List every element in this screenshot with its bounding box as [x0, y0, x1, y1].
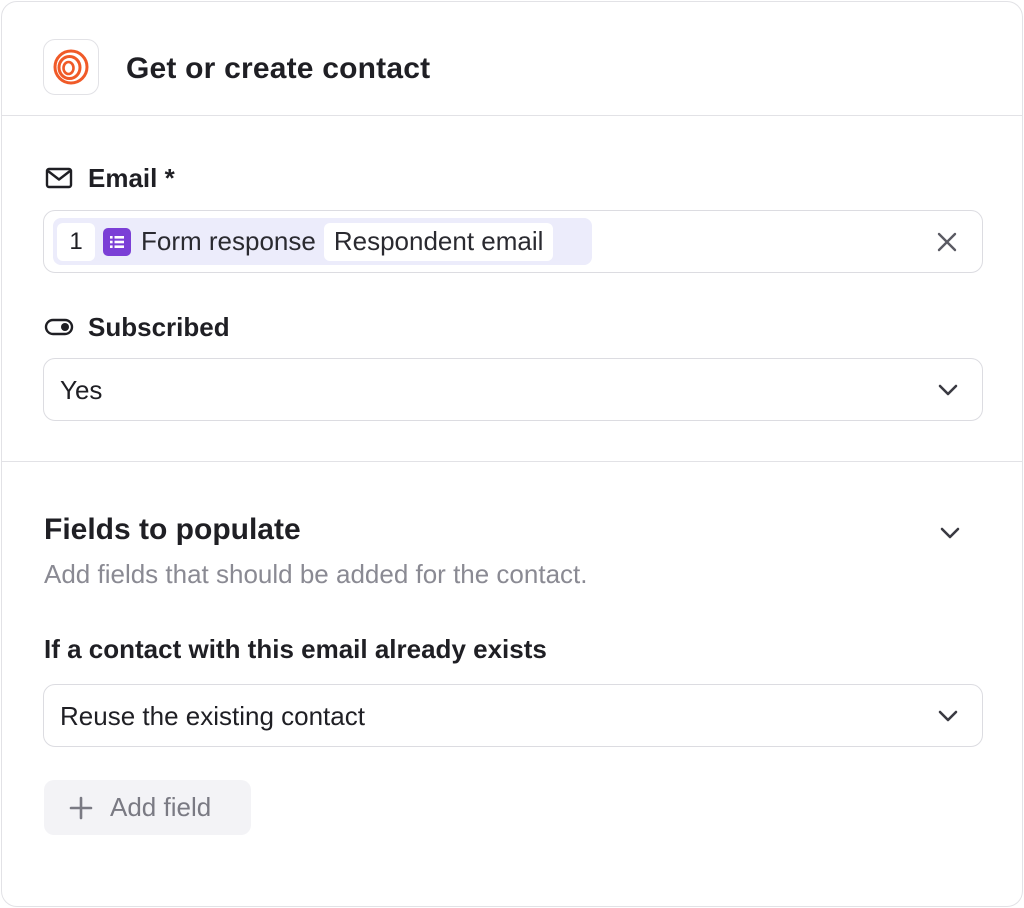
subscribed-label-text: Subscribed [88, 312, 230, 342]
chip-step-number: 1 [57, 222, 95, 261]
exists-label: If a contact with this email already exi… [44, 634, 547, 664]
card-header: Get or create contact [2, 2, 1022, 116]
subscribed-label: Subscribed [44, 311, 230, 343]
form-list-icon [103, 227, 131, 256]
chevron-down-icon[interactable] [934, 517, 966, 549]
exists-value: Reuse the existing contact [60, 701, 365, 731]
add-field-label: Add field [110, 792, 212, 822]
exists-select[interactable]: Reuse the existing contact [43, 684, 983, 747]
page-title: Get or create contact [126, 52, 431, 85]
variable-chip[interactable]: 1 Form response Respondent email [53, 218, 592, 265]
email-input[interactable]: 1 Form response Respondent email [43, 210, 983, 273]
section-title: Fields to populate [44, 513, 301, 546]
toggle-icon [44, 312, 74, 342]
chip-source-label: Form response [141, 226, 316, 256]
chip-value-label: Respondent email [323, 222, 554, 261]
section-description: Add fields that should be added for the … [44, 559, 588, 589]
email-label-text: Email * [88, 163, 175, 193]
action-card: Get or create contact Email * 1 Form res… [1, 1, 1023, 907]
chevron-down-icon [934, 702, 962, 730]
add-field-button[interactable]: Add field [44, 780, 251, 835]
subscribed-value: Yes [60, 375, 103, 405]
clear-icon[interactable] [932, 227, 962, 257]
plus-icon [68, 795, 94, 821]
subscribed-select[interactable]: Yes [43, 358, 983, 421]
chevron-down-icon [934, 376, 962, 404]
loops-logo-icon [43, 39, 99, 95]
main-fields-section: Email * 1 Form response Respondent email [2, 116, 1022, 462]
email-label: Email * [44, 162, 175, 194]
mail-icon [44, 163, 74, 193]
